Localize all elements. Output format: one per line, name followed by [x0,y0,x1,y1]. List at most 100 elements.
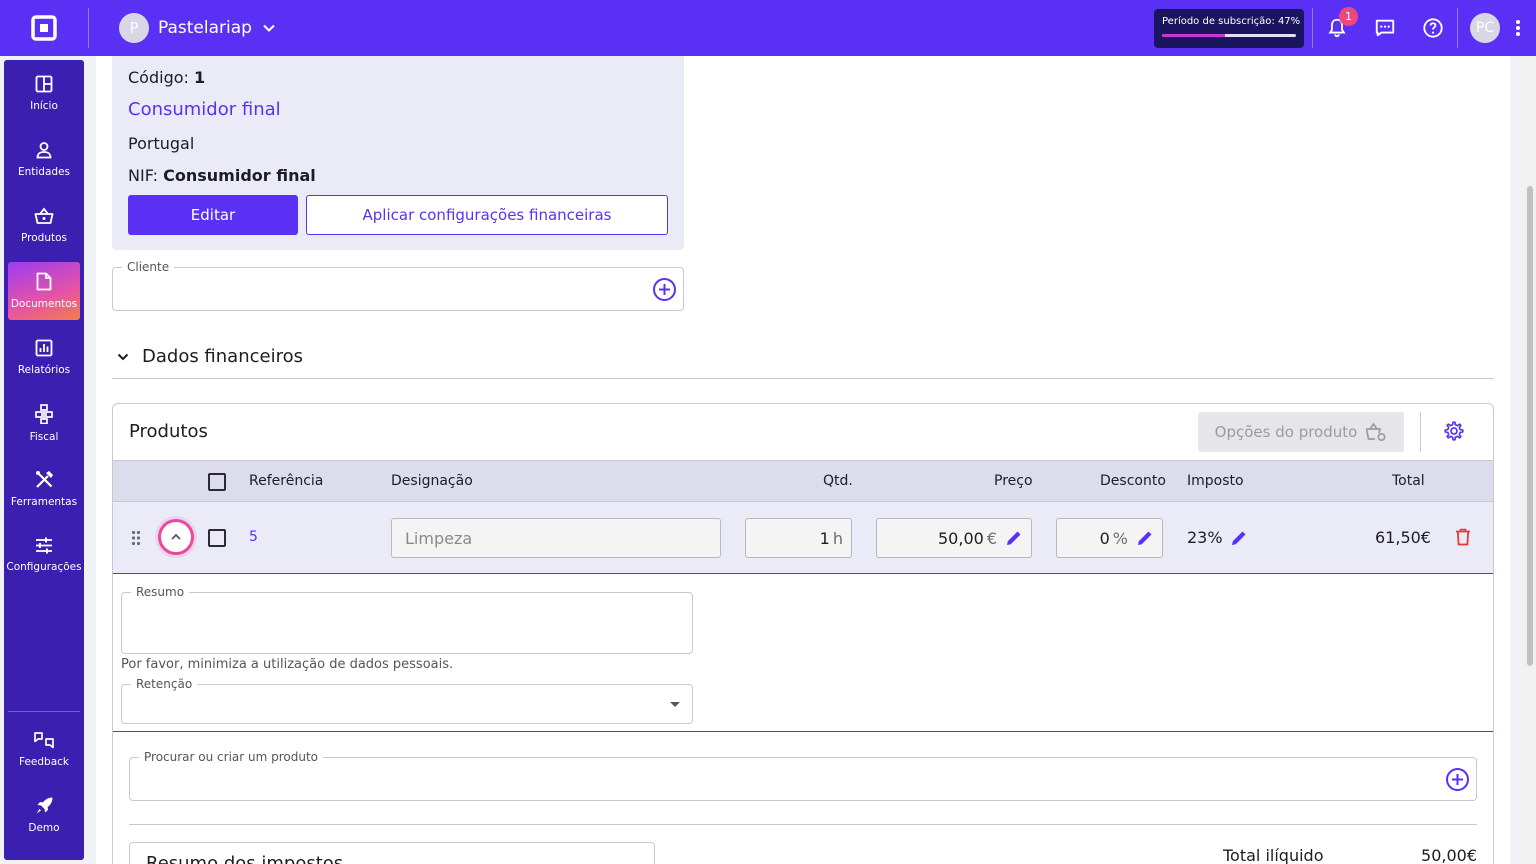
summary-field[interactable]: Resumo [121,585,693,654]
col-imposto: Imposto [1187,473,1244,489]
sidebar-item-produtos[interactable]: Produtos [8,196,80,254]
discount-input[interactable]: 0 % [1056,518,1163,558]
sidebar-item-entidades[interactable]: Entidades [8,130,80,188]
sidebar-item-demo[interactable]: Demo [8,786,80,844]
price-input[interactable]: 50,00 € [876,518,1032,558]
edit-button[interactable]: Editar [128,195,298,235]
client-name-link[interactable]: Consumidor final [128,99,281,120]
person-icon [36,141,52,158]
discount-value: 0 [1099,528,1110,548]
net-total-value: 50,00€ [1421,846,1477,864]
trash-icon[interactable] [1455,528,1471,546]
apply-financial-settings-button[interactable]: Aplicar configurações financeiras [306,195,668,235]
retention-select[interactable]: Retenção [121,677,693,724]
totals-divider [129,824,1477,825]
quantity-input[interactable]: 1 h [745,518,852,558]
company-selector[interactable]: P Pastelariap [119,13,276,43]
col-designacao: Designação [391,473,473,489]
more-menu-button[interactable] [1500,0,1536,56]
topbar-divider [1457,8,1458,48]
help-button[interactable] [1409,0,1457,56]
sidebar-item-label: Demo [28,822,60,834]
sidebar-item-ferramentas[interactable]: Ferramentas [8,460,80,518]
topbar-divider [88,8,89,48]
subscription-label: Período de subscrição: 47% [1162,15,1301,27]
product-search-legend: Procurar ou criar um produto [139,750,324,764]
page-scrollbar[interactable] [1524,56,1536,864]
scrollbar-thumb[interactable] [1527,186,1533,666]
net-total-label: Total ilíquido [1223,846,1324,864]
tax-summary-title: Resumo dos impostos [146,853,344,864]
pencil-icon[interactable] [1136,529,1154,547]
row-total: 61,50€ [1375,528,1431,547]
client-nif-label: NIF: [128,166,159,185]
row-tax: 23% [1187,528,1223,547]
sidebar-item-label: Início [30,99,58,112]
product-options-label: Opções do produto [1214,423,1358,441]
col-total: Total [1392,473,1425,489]
sidebar-item-label: Ferramentas [10,496,78,508]
sidebar-item-configuracoes[interactable]: Configurações [6,526,82,584]
client-field[interactable]: Cliente [112,260,684,311]
help-icon [1423,18,1443,38]
sidebar-item-inicio[interactable]: Início [8,64,80,122]
product-search-field[interactable]: Procurar ou criar um produto [129,750,1477,801]
row-reference[interactable]: 5 [249,529,258,545]
col-referencia: Referência [249,473,324,489]
sidebar-item-label: Feedback [18,755,69,768]
select-all-checkbox[interactable] [208,473,226,491]
subscription-period[interactable]: Período de subscrição: 47% [1154,8,1304,48]
discount-unit: % [1112,528,1128,548]
sliders-icon [36,537,52,554]
notifications-button[interactable]: 1 [1313,0,1361,56]
row-details-panel: Resumo Por favor, minimiza a utilização … [113,575,1493,732]
product-options-button[interactable]: Opções do produto [1198,412,1404,452]
sidebar-item-label: Configurações [6,561,82,573]
sidebar: Início Entidades Produtos Documentos Rel… [4,60,84,860]
chevron-down-icon [263,24,275,32]
sidebar-item-label: Fiscal [29,430,59,443]
kebab-icon [1516,20,1520,36]
col-preco: Preço [994,473,1033,489]
sidebar-item-feedback[interactable]: Feedback [8,720,80,778]
messages-button[interactable] [1361,0,1409,56]
table-row: 5 Limpeza 1 h 50,00 € 0 % 23% 61,50€ [113,502,1493,574]
sidebar-item-relatorios[interactable]: Relatórios [8,328,80,386]
client-country: Portugal [128,134,195,153]
document-icon [36,272,52,291]
pencil-icon[interactable] [1005,529,1023,547]
designation-input[interactable]: Limpeza [391,518,721,558]
quantity-unit: h [832,528,843,548]
tax-summary-card: Resumo dos impostos [129,842,655,864]
sidebar-item-label: Documentos [10,298,78,310]
gear-icon[interactable] [1443,420,1465,442]
client-card: Código: 1 Consumidor final Portugal NIF:… [112,56,684,250]
sidebar-item-fiscal[interactable]: Fiscal [8,394,80,452]
sidebar-item-documentos[interactable]: Documentos [8,262,80,320]
row-checkbox[interactable] [208,529,226,547]
pencil-icon[interactable] [1230,529,1248,547]
grid-icon [35,75,53,92]
app-logo[interactable] [0,0,88,56]
price-value: 50,00 [938,528,984,548]
tools-icon [35,471,53,488]
client-code-label: Código: [128,68,189,87]
add-circle-icon[interactable] [652,277,677,302]
company-avatar: P [119,13,149,43]
toolbar-divider [1420,412,1421,452]
products-title: Produtos [129,421,208,442]
drag-handle-icon[interactable] [131,530,141,546]
user-avatar[interactable]: PC [1470,13,1500,43]
col-desconto: Desconto [1100,473,1166,489]
rocket-icon [36,797,52,814]
collapse-row-button[interactable] [158,519,194,555]
products-panel: Produtos Opções do produto Referência De… [112,403,1494,864]
financial-section-toggle[interactable]: Dados financeiros [116,346,303,367]
add-circle-icon[interactable] [1445,767,1470,792]
sidebar-item-label: Relatórios [17,363,71,376]
privacy-hint: Por favor, minimiza a utilização de dado… [121,657,454,672]
price-unit: € [986,528,997,548]
top-bar: P Pastelariap Período de subscrição: 47%… [0,0,1536,56]
chevron-down-icon [117,353,129,360]
chat-icon [1375,19,1395,37]
